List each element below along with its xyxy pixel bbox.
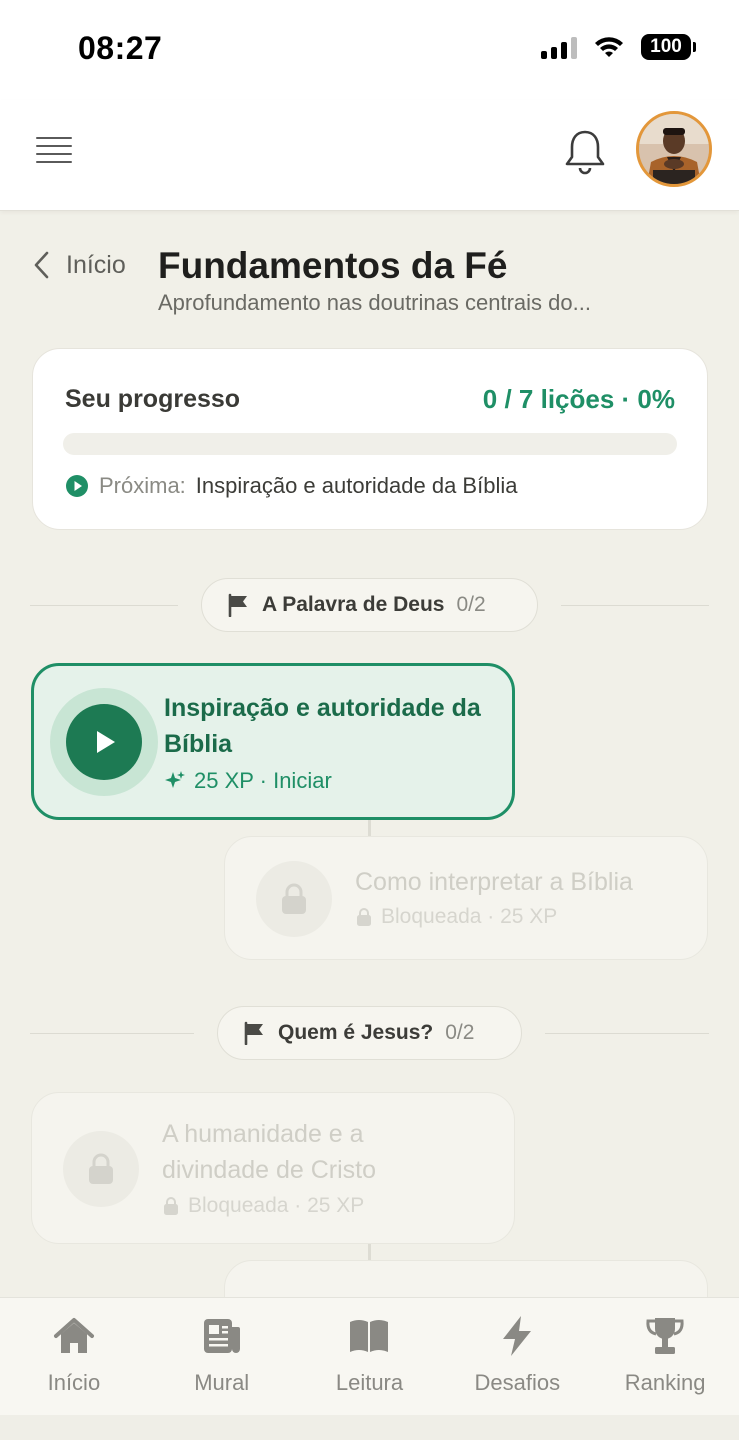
nav-item-mural[interactable]: Mural — [148, 1298, 296, 1415]
status-time: 08:27 — [78, 30, 163, 66]
progress-card: Seu progresso 0 / 7 lições · 0% Próxima:… — [32, 348, 708, 530]
wifi-icon — [595, 37, 623, 57]
lock-icon — [282, 883, 306, 914]
section-divider: A Palavra de Deus 0/2 — [30, 578, 709, 634]
title-row: Início Fundamentos da Fé Aprofundamento … — [0, 240, 739, 320]
divider-line — [30, 605, 178, 606]
bell-icon[interactable] — [562, 126, 608, 176]
lesson-meta: 25 XP · Iniciar — [164, 768, 332, 794]
lesson-meta: Bloqueada · 25 XP — [162, 1194, 364, 1218]
progress-label: Seu progresso — [65, 385, 241, 413]
trophy-icon — [646, 1318, 684, 1354]
home-indicator-area — [0, 1415, 739, 1440]
lesson-meta-text: 25 XP · Iniciar — [194, 768, 332, 793]
next-lesson-title: Inspiração e autoridade da Bíblia — [195, 473, 518, 498]
back-label: Início — [66, 250, 126, 279]
lesson-meta-text: Bloqueada · 25 XP — [188, 1194, 365, 1217]
page-subtitle: Aprofundamento nas doutrinas centrais do… — [158, 290, 591, 315]
sparkle-icon — [165, 771, 185, 788]
lesson-title: A humanidade e a divindade de Cristo — [162, 1120, 377, 1184]
lock-small-icon — [357, 908, 371, 926]
progress-bar — [63, 433, 677, 455]
divider-line — [545, 1033, 709, 1034]
section-count: 0/2 — [456, 593, 486, 616]
section-name: A Palavra de Deus — [262, 593, 445, 616]
nav-label: Mural — [194, 1370, 250, 1395]
signal-icon — [541, 35, 577, 59]
divider-line — [30, 1033, 194, 1034]
lesson-card-locked[interactable]: A humanidade e a divindade de Cristo Blo… — [31, 1092, 515, 1244]
lock-small-icon — [164, 1197, 178, 1215]
lesson-title: Inspiração e autoridade da Bíblia — [164, 694, 481, 758]
nav-item-leitura[interactable]: Leitura — [296, 1298, 444, 1415]
nav-item-ranking[interactable]: Ranking — [591, 1298, 739, 1415]
lesson-meta: Bloqueada · 25 XP — [355, 905, 557, 929]
section-count: 0/2 — [445, 1021, 475, 1044]
nav-item-desafios[interactable]: Desafios — [443, 1298, 591, 1415]
section-divider: Quem é Jesus? 0/2 — [30, 1006, 709, 1062]
home-icon — [53, 1318, 94, 1353]
play-icon — [97, 731, 115, 753]
avatar-image — [639, 114, 709, 184]
page-title: Fundamentos da Fé — [158, 245, 508, 286]
book-icon — [350, 1320, 389, 1352]
lesson-card-locked[interactable]: Como interpretar a Bíblia Bloqueada · 25… — [224, 836, 708, 960]
back-button[interactable]: Início — [32, 250, 126, 280]
section-header: A Palavra de Deus 0/2 — [201, 578, 538, 632]
chevron-left-icon — [34, 251, 49, 279]
path-connector — [368, 820, 371, 836]
lock-icon — [89, 1153, 113, 1184]
status-bar: 08:27 100 — [0, 0, 739, 100]
nav-item-inicio[interactable]: Início — [0, 1298, 148, 1415]
next-lesson-row[interactable]: Próxima: Inspiração e autoridade da Bíbl… — [65, 473, 517, 499]
hamburger-menu-icon[interactable] — [36, 137, 72, 165]
nav-label: Ranking — [624, 1370, 706, 1395]
status-icons: 100 — [541, 34, 696, 60]
nav-label: Leitura — [335, 1370, 404, 1395]
lock-badge — [63, 1131, 139, 1207]
section-name: Quem é Jesus? — [278, 1021, 434, 1044]
flag-icon — [228, 593, 247, 617]
lightning-icon — [503, 1316, 532, 1356]
lesson-title: Como interpretar a Bíblia — [355, 868, 633, 896]
battery-icon: 100 — [641, 34, 696, 60]
play-circle-icon — [66, 475, 88, 497]
user-avatar[interactable] — [636, 111, 712, 187]
play-button[interactable] — [50, 688, 158, 796]
lock-badge — [256, 861, 332, 937]
divider-line — [561, 605, 709, 606]
lesson-card-active[interactable]: Inspiração e autoridade da Bíblia 25 XP … — [31, 663, 515, 820]
path-connector — [368, 1244, 371, 1260]
nav-label: Desafios — [474, 1370, 561, 1395]
nav-label: Início — [47, 1370, 101, 1395]
lesson-meta-text: Bloqueada · 25 XP — [381, 905, 558, 928]
flag-icon — [244, 1021, 263, 1045]
newspaper-icon — [203, 1319, 240, 1353]
app-header — [0, 100, 739, 211]
progress-stats: 0 / 7 lições · 0% — [482, 384, 675, 414]
bottom-nav: Início Mural Leitura Desafios Ranking — [0, 1297, 739, 1415]
next-lesson-prefix: Próxima: — [99, 473, 186, 498]
section-header: Quem é Jesus? 0/2 — [217, 1006, 522, 1060]
